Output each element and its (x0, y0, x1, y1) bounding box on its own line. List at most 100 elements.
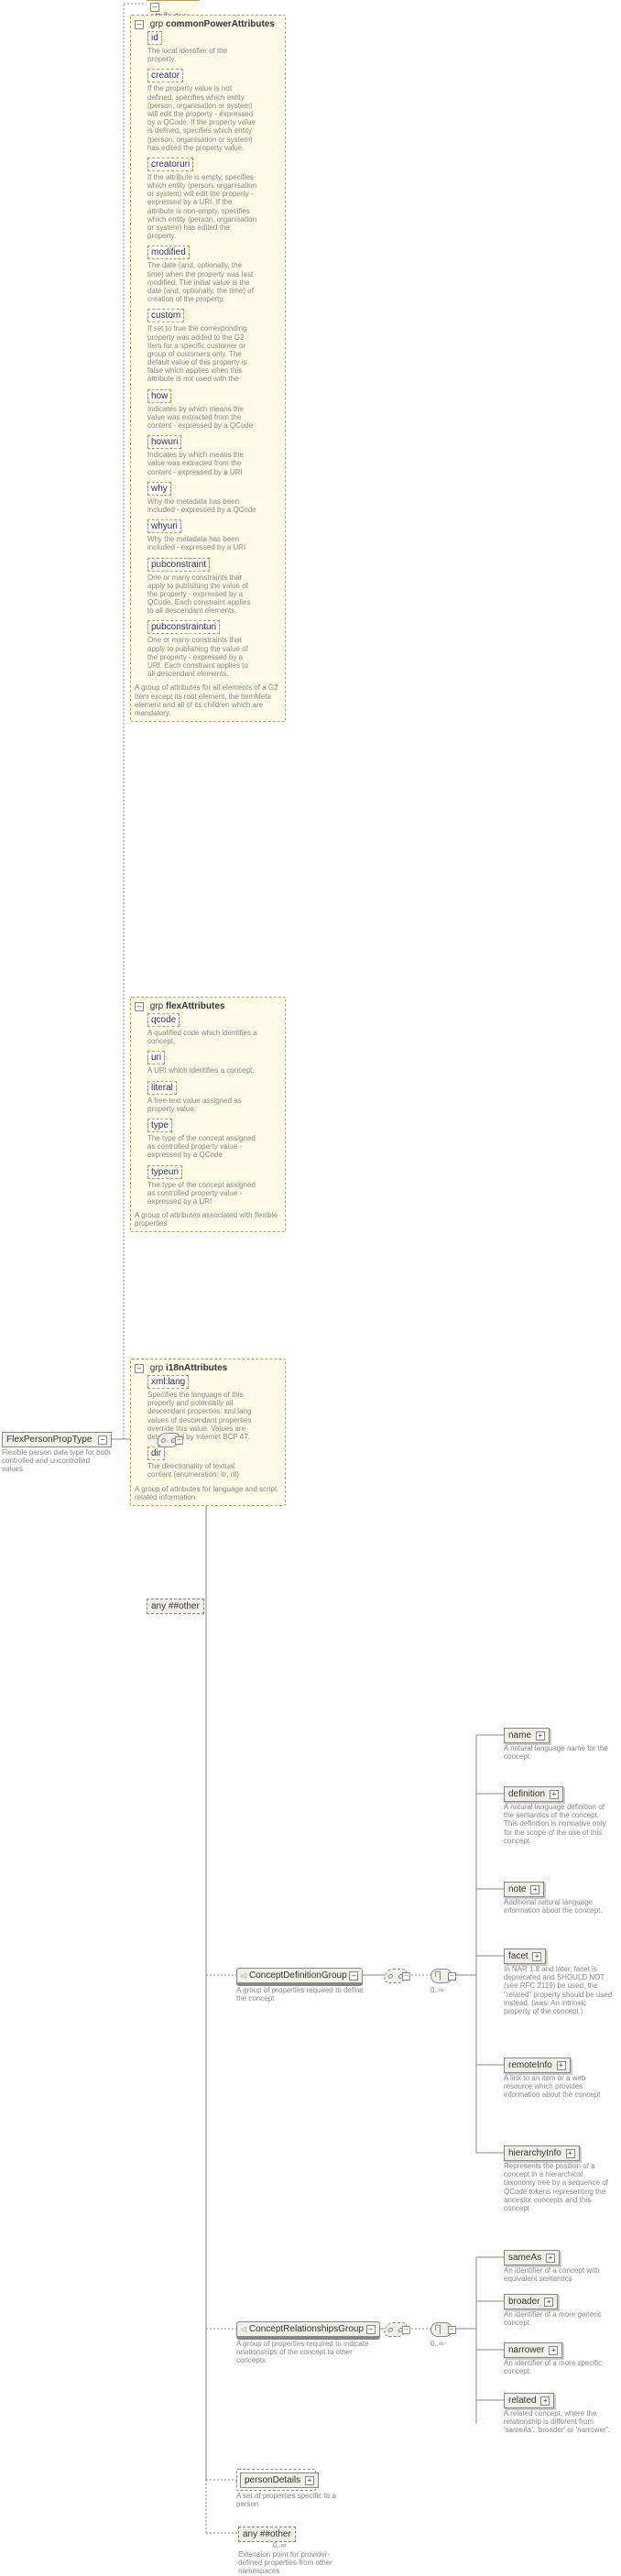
expand-icon[interactable]: + (546, 2254, 555, 2263)
group-flexattributes: – grp flexAttributes qcodeA qualified co… (130, 997, 286, 1232)
attribute-whyuri: whyuri (147, 519, 181, 533)
attribute-desc: A free-text value assigned as property v… (147, 1097, 257, 1113)
attribute-desc: One or many constraints that apply to pu… (147, 636, 257, 678)
type-flexpersonproptype[interactable]: FlexPersonPropType – (2, 1432, 112, 1447)
expand-icon[interactable]: + (305, 2476, 314, 2485)
collapse-icon[interactable]: – (135, 20, 144, 29)
element-desc: Represents the position of a concept in … (504, 2162, 614, 2212)
group-desc: A group of attributes for language and s… (135, 1485, 281, 1501)
attribute-id: id (147, 31, 162, 45)
group-name: flexAttributes (166, 1001, 224, 1011)
element-related[interactable]: related + (504, 2393, 554, 2408)
attribute-desc: The local identifier of the property. (147, 47, 257, 63)
type-name: FlexPersonPropType (6, 1435, 92, 1445)
attribute-uri: uri (147, 1051, 165, 1064)
sequence-connector-icon[interactable]: – (383, 1969, 409, 1983)
choice-connector-icon[interactable]: – (430, 1969, 452, 1983)
element-facet[interactable]: facet + (504, 1948, 546, 1964)
group-name: i18nAttributes (166, 1363, 227, 1373)
attribute-literal: literal (147, 1081, 177, 1095)
attribute-desc: Indicates by which means the value was e… (147, 451, 257, 476)
element-note[interactable]: note + (504, 1882, 544, 1897)
attribute-creatoruri: creatoruri (147, 158, 193, 171)
occurs: 0..∞ (430, 2340, 444, 2348)
element-persondetails[interactable]: personDetails + (240, 2472, 319, 2488)
attribute-xml-lang: xml:lang (147, 1375, 189, 1389)
group-commonpowerattributes: – grp commonPowerAttributes idThe local … (130, 15, 286, 722)
expand-icon[interactable]: + (549, 2346, 558, 2355)
expand-icon[interactable]: + (532, 1952, 541, 1961)
attribute-desc: A qualified code which identifies a conc… (147, 1029, 257, 1045)
collapse-icon[interactable]: – (135, 1002, 144, 1011)
element-hierarchyinfo[interactable]: hierarchyInfo + (504, 2145, 580, 2161)
attribute-desc: The type of the concept assigned as cont… (147, 1181, 257, 1206)
attribute-desc: One or many constraints that apply to pu… (147, 573, 257, 616)
expand-icon[interactable]: – (349, 1971, 358, 1981)
collapse-icon[interactable]: – (98, 1435, 107, 1445)
element-desc: A link to an item or a web resource whic… (504, 2074, 614, 2100)
group-ref-label: ConceptRelationshipsGroup (249, 2324, 364, 2334)
group-ref-desc: A group of properties required to define… (236, 1986, 365, 2003)
group-desc: A group of attributes associated with fl… (135, 1211, 281, 1228)
element-definition[interactable]: definition + (504, 1786, 563, 1802)
attribute-how: how (147, 389, 171, 403)
group-ref-conceptrelationshipsgroup[interactable]: ◁ ConceptRelationshipsGroup – (236, 2321, 380, 2340)
element-desc: An identifier of a more specific concept… (504, 2359, 614, 2375)
attribute-modified: modified (147, 246, 190, 259)
occurs: 0..∞ (273, 2541, 287, 2549)
attribute-howuri: howuri (147, 435, 181, 449)
attribute-desc: Indicates by which means the value was e… (147, 405, 257, 431)
expand-icon[interactable]: + (566, 2149, 575, 2158)
group-desc: A group of attributes for all elements o… (135, 683, 281, 717)
attribute-desc: The date (and, optionally, the time) whe… (147, 261, 257, 303)
attribute-creator: creator (147, 69, 183, 82)
group-name: commonPowerAttributes (166, 19, 275, 29)
attribute-desc: The type of the concept assigned as cont… (147, 1134, 257, 1160)
attribute-desc: Why the metadata has been included - exp… (147, 497, 257, 514)
element-desc: A natural language definition of the sem… (504, 1803, 614, 1845)
attribute-typeuri: typeuri (147, 1165, 182, 1179)
element-desc: A natural language name for the concept. (504, 1744, 614, 1761)
any-element-desc: Extension point for provider-defined pro… (238, 2550, 348, 2576)
attribute-desc: If the property value is not defined, sp… (147, 84, 257, 152)
attribute-desc: If set to true the corresponding propert… (147, 324, 257, 383)
element-sameas[interactable]: sameAs + (504, 2250, 560, 2265)
expand-icon[interactable]: + (544, 2298, 553, 2307)
attribute-custom: custom (147, 309, 184, 322)
any-attribute: any ##other (147, 1599, 204, 1614)
element-narrower[interactable]: narrower + (504, 2342, 562, 2358)
attribute-pubconstrainturi: pubconstrainturi (147, 620, 220, 634)
type-desc: Flexible person data type for both contr… (2, 1449, 112, 1473)
attribute-qcode: qcode (147, 1013, 180, 1027)
occurs: 0..∞ (430, 1986, 444, 1994)
element-desc: In NAR 1.8 and later, facet is deprecate… (504, 1965, 614, 2015)
attribute-desc: Why the metadata has been included - exp… (147, 535, 257, 551)
expand-icon[interactable]: + (550, 1790, 559, 1799)
attribute-dir: dir (147, 1446, 165, 1460)
expand-icon[interactable]: + (530, 1885, 539, 1894)
element-remoteinfo[interactable]: remoteInfo + (504, 2058, 571, 2073)
attribute-desc: If the attribute is empty, specifies whi… (147, 173, 257, 241)
collapse-icon[interactable]: – (135, 1364, 144, 1373)
element-broader[interactable]: broader + (504, 2294, 558, 2309)
collapse-icon[interactable]: – (150, 3, 159, 12)
element-desc: An identifier of a more generic concept. (504, 2310, 614, 2327)
expand-icon[interactable]: – (366, 2325, 376, 2334)
attribute-pubconstraint: pubconstraint (147, 558, 210, 572)
element-desc: Additional natural language information … (504, 1898, 614, 1915)
choice-connector-icon[interactable]: – (430, 2322, 452, 2337)
expand-icon[interactable]: + (536, 1731, 545, 1741)
group-ref-conceptdefinitiongroup[interactable]: ◁ ConceptDefinitionGroup – (236, 1968, 363, 1986)
element-desc: An identifier of a concept with equivale… (504, 2266, 614, 2283)
attribute-type: type (147, 1119, 172, 1132)
expand-icon[interactable]: + (540, 2396, 550, 2406)
element-name[interactable]: name + (504, 1728, 550, 1743)
attribute-desc: A URI which identifies a concept. (147, 1066, 257, 1075)
any-element: any ##other (238, 2527, 296, 2542)
group-i18nattributes: – grp i18nAttributes xml:langSpecifies t… (130, 1359, 286, 1506)
sequence-connector-icon[interactable]: – (383, 2322, 409, 2337)
expand-icon[interactable]: + (557, 2061, 566, 2070)
attribute-desc: The directionality of textual content (e… (147, 1462, 257, 1479)
attribute-why: why (147, 482, 171, 496)
group-ref-label: ConceptDefinitionGroup (249, 1970, 347, 1981)
